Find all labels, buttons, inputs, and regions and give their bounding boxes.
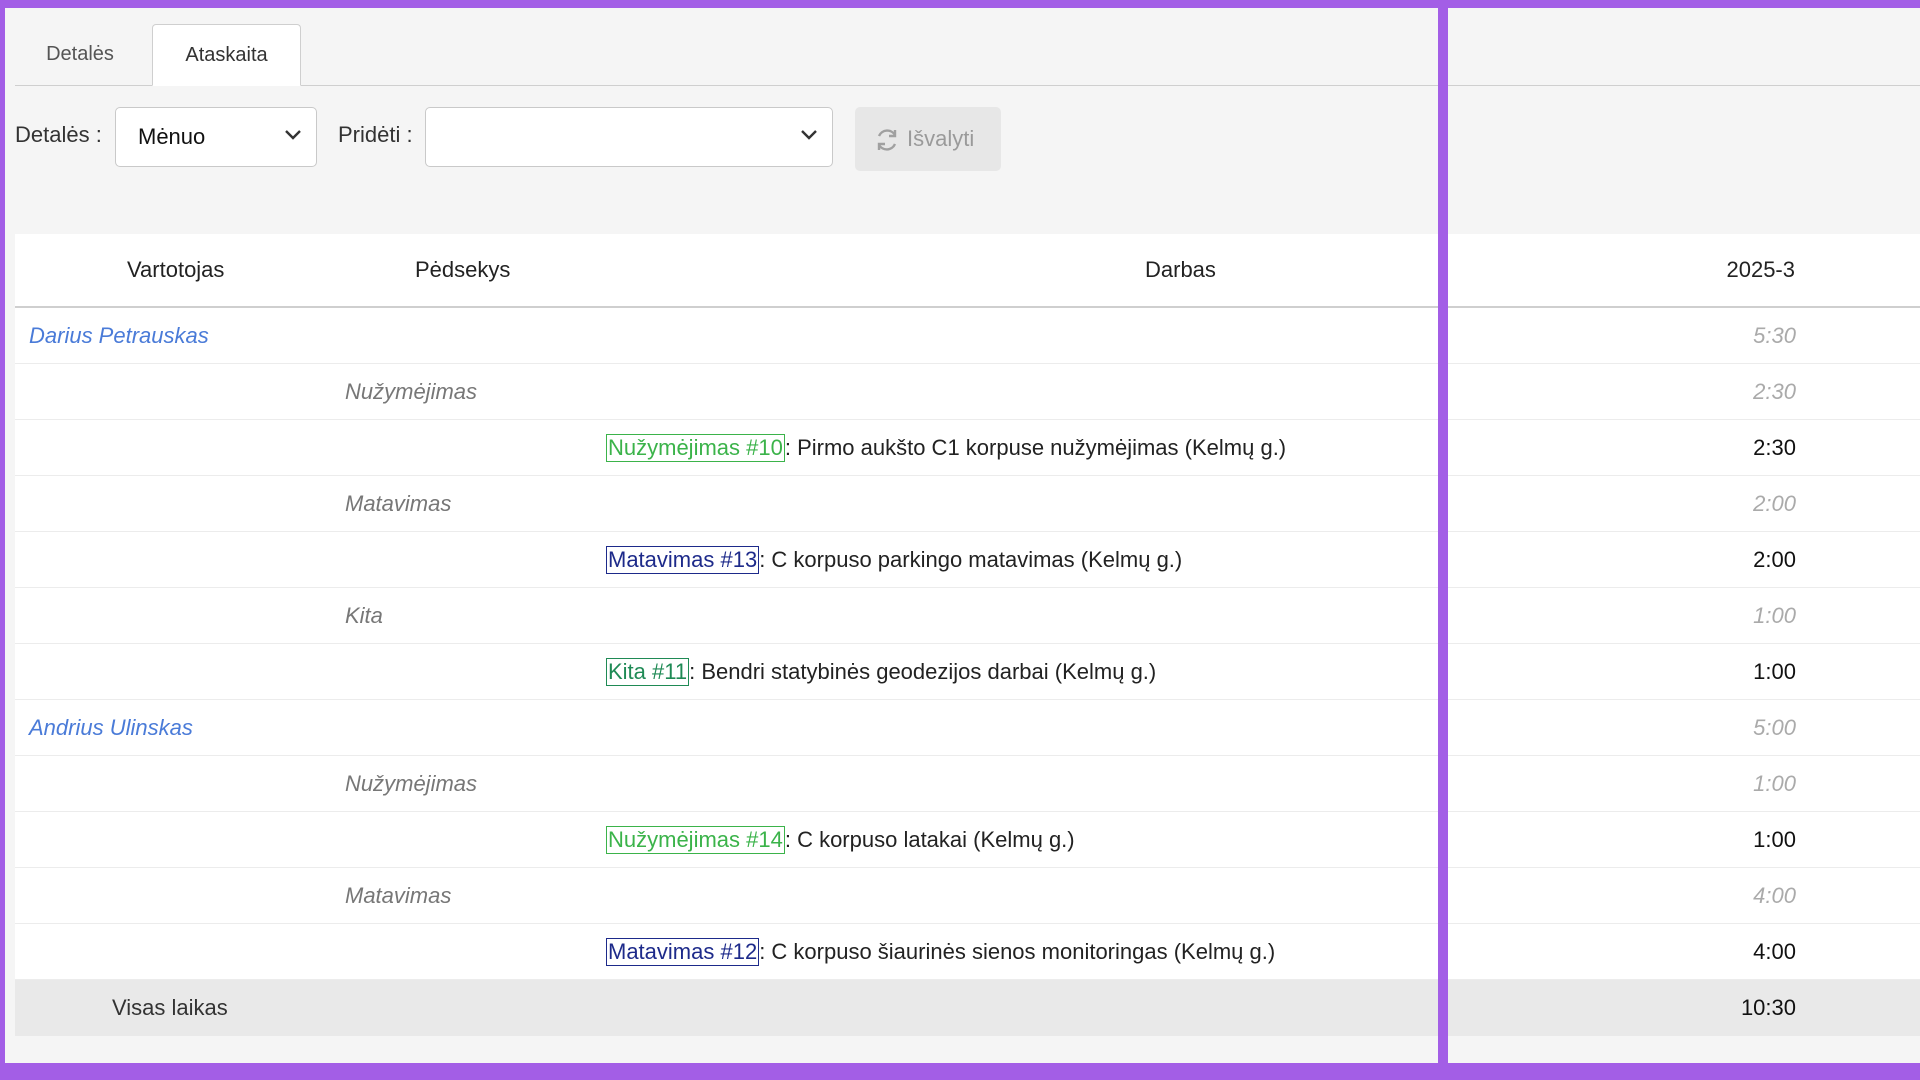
tab-bar-border xyxy=(1448,16,1920,86)
period-row: 2:00 xyxy=(1448,476,1920,532)
period-header: 2025-3 xyxy=(1448,234,1920,308)
table-row: Nužymėjimas #10: Pirmo aukšto C1 korpuse… xyxy=(15,420,1438,476)
time-value: 1:00 xyxy=(1753,827,1796,852)
detales-select[interactable]: Mėnuo xyxy=(115,107,317,167)
period-panel: 2025-3 5:30 2:30 2:30 2:00 2:00 1:00 1:00 5:00 1… xyxy=(1448,8,1920,1063)
task-cell: Kita #11: Bendri statybinės geodezijos d… xyxy=(606,644,1156,699)
total-time-row: 10:30 xyxy=(1448,980,1920,1036)
detales-select-value: Mėnuo xyxy=(138,124,206,149)
time-value: 1:00 xyxy=(1753,659,1796,684)
period-row: 4:00 xyxy=(1448,924,1920,980)
tab-detales[interactable]: Detalės xyxy=(15,24,145,84)
period-row: 2:30 xyxy=(1448,364,1920,420)
period-row: 2:30 xyxy=(1448,420,1920,476)
user-link[interactable]: Andrius Ulinskas xyxy=(29,700,193,755)
time-value: 2:30 xyxy=(1753,435,1796,460)
tracker-category: Matavimas xyxy=(345,883,452,908)
header-user[interactable]: Vartotojas xyxy=(127,234,224,306)
total-row: Visas laikas xyxy=(15,980,1438,1036)
issue-link[interactable]: Nužymėjimas #10 xyxy=(606,434,785,462)
chevron-down-icon xyxy=(801,130,817,140)
time-value: 2:00 xyxy=(1753,547,1796,572)
period-body: 5:30 2:30 2:30 2:00 2:00 1:00 1:00 5:00 1:00 1:00… xyxy=(1448,308,1920,980)
refresh-icon xyxy=(877,129,897,151)
table-row: Kita xyxy=(15,588,1438,644)
task-description: : C korpuso parkingo matavimas (Kelmų g.… xyxy=(759,547,1183,572)
detales-label: Detalės : xyxy=(15,122,102,147)
issue-link[interactable]: Matavimas #12 xyxy=(606,938,760,966)
total-label: Visas laikas xyxy=(112,995,228,1020)
tracker-category: Kita xyxy=(345,603,383,628)
table-row: Matavimas xyxy=(15,868,1438,924)
task-cell: Nužymėjimas #10: Pirmo aukšto C1 korpuse… xyxy=(606,420,1286,475)
time-subtotal: 2:00 xyxy=(1753,491,1796,516)
time-subtotal: 4:00 xyxy=(1753,883,1796,908)
table-row: Nužymėjimas xyxy=(15,364,1438,420)
clear-button[interactable]: Išvalyti xyxy=(855,107,1001,171)
tracker-category: Nužymėjimas xyxy=(345,771,478,796)
user-link[interactable]: Darius Petrauskas xyxy=(29,308,209,363)
report-table: Vartotojas Pėdsekys Darbas Darius Petrau… xyxy=(15,234,1438,1036)
period-row: 2:00 xyxy=(1448,532,1920,588)
issue-link[interactable]: Matavimas #13 xyxy=(606,546,760,574)
period-row: 1:00 xyxy=(1448,644,1920,700)
clear-button-label: Išvalyti xyxy=(907,126,975,151)
tab-bar: Detalės Ataskaita xyxy=(15,16,1438,86)
table-header: Vartotojas Pėdsekys Darbas xyxy=(15,234,1438,308)
period-row: 4:00 xyxy=(1448,868,1920,924)
period-row: 1:00 xyxy=(1448,812,1920,868)
task-cell: Matavimas #12: C korpuso šiaurinės sieno… xyxy=(606,924,1275,979)
period-row: 1:00 xyxy=(1448,756,1920,812)
period-row: 1:00 xyxy=(1448,588,1920,644)
table-row: Andrius Ulinskas xyxy=(15,700,1438,756)
task-description: : C korpuso latakai (Kelmų g.) xyxy=(784,827,1075,852)
total-time: 10:30 xyxy=(1740,995,1796,1020)
time-subtotal: 5:00 xyxy=(1753,715,1796,740)
period-table: 2025-3 5:30 2:30 2:30 2:00 2:00 1:00 1:00 5:00 1… xyxy=(1448,234,1920,1036)
header-work[interactable]: Darbas xyxy=(1145,234,1216,306)
table-row: Matavimas xyxy=(15,476,1438,532)
table-body: Darius Petrauskas Nužymėjimas Nužymėjimas … xyxy=(15,308,1438,980)
table-row: Matavimas #12: C korpuso šiaurinės sieno… xyxy=(15,924,1438,980)
prideti-select[interactable] xyxy=(425,107,833,167)
time-subtotal: 2:30 xyxy=(1753,379,1796,404)
header-tracker[interactable]: Pėdsekys xyxy=(415,234,510,306)
tracker-category: Matavimas xyxy=(345,491,452,516)
time-subtotal: 1:00 xyxy=(1753,603,1796,628)
tracker-category: Nužymėjimas xyxy=(345,379,478,404)
period-row: 5:00 xyxy=(1448,700,1920,756)
table-row: Kita #11: Bendri statybinės geodezijos d… xyxy=(15,644,1438,700)
chevron-down-icon xyxy=(285,130,301,140)
prideti-label: Pridėti : xyxy=(338,122,413,147)
period-row: 5:30 xyxy=(1448,308,1920,364)
table-row: Darius Petrauskas xyxy=(15,308,1438,364)
tab-ataskaita[interactable]: Ataskaita xyxy=(152,24,301,86)
task-description: : Pirmo aukšto C1 korpuse nužymėjimas (K… xyxy=(784,435,1287,460)
issue-link[interactable]: Nužymėjimas #14 xyxy=(606,826,785,854)
task-cell: Matavimas #13: C korpuso parkingo matavi… xyxy=(606,532,1182,587)
table-row: Nužymėjimas #14: C korpuso latakai (Kelm… xyxy=(15,812,1438,868)
time-subtotal: 5:30 xyxy=(1753,323,1796,348)
time-value: 4:00 xyxy=(1753,939,1796,964)
header-period[interactable]: 2025-3 xyxy=(1726,234,1795,306)
issue-link[interactable]: Kita #11 xyxy=(606,658,690,686)
table-row: Nužymėjimas xyxy=(15,756,1438,812)
task-description: : C korpuso šiaurinės sienos monitoringa… xyxy=(759,939,1276,964)
report-panel: Detalės Ataskaita Detalės : Mėnuo Pridėt… xyxy=(5,8,1438,1063)
table-row: Matavimas #13: C korpuso parkingo matavi… xyxy=(15,532,1438,588)
time-subtotal: 1:00 xyxy=(1753,771,1796,796)
task-description: : Bendri statybinės geodezijos darbai (K… xyxy=(689,659,1157,684)
task-cell: Nužymėjimas #14: C korpuso latakai (Kelm… xyxy=(606,812,1075,867)
